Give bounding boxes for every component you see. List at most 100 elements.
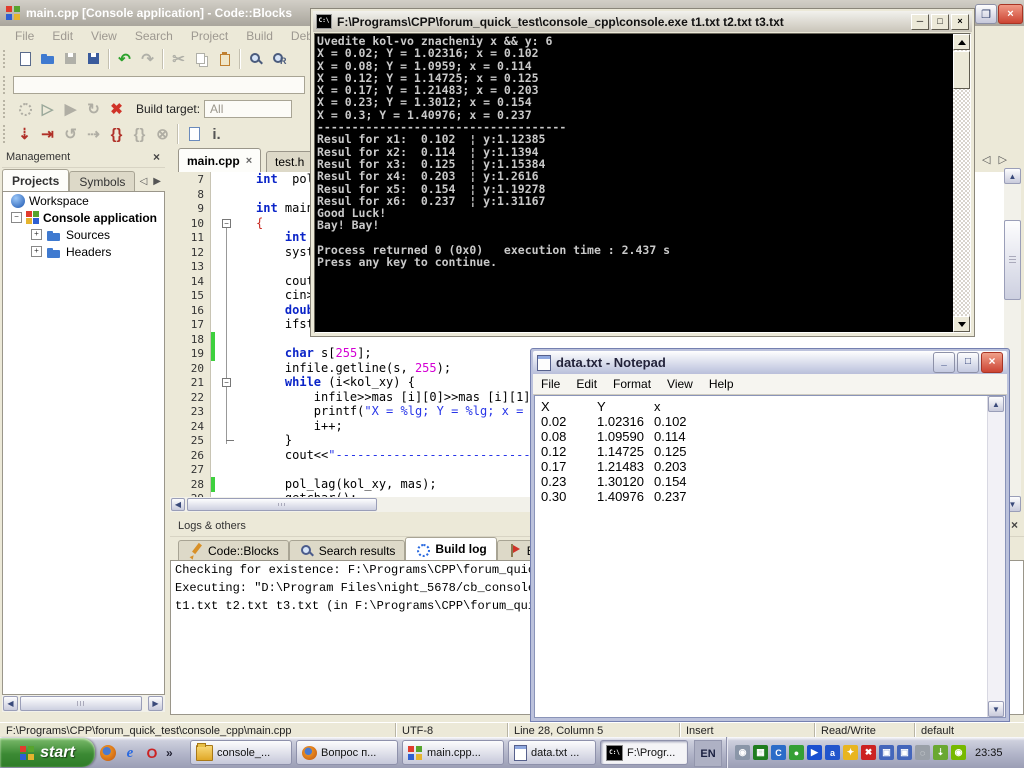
- tab-close-icon[interactable]: ×: [246, 155, 252, 167]
- tab-symbols[interactable]: Symbols: [69, 171, 135, 191]
- menu-edit[interactable]: Edit: [43, 29, 82, 43]
- debug-info-icon[interactable]: i.: [205, 123, 228, 145]
- scroll-thumb[interactable]: [20, 696, 142, 711]
- notepad-text-area[interactable]: XYx0.021.023160.1020.081.095900.1140.121…: [534, 395, 1006, 718]
- notepad-menu-file[interactable]: File: [533, 377, 568, 391]
- notepad-menu-view[interactable]: View: [659, 377, 701, 391]
- tray-firewall-icon[interactable]: ✖: [861, 745, 876, 760]
- step-over-icon[interactable]: ↺: [59, 123, 82, 145]
- debug-windows-icon[interactable]: [182, 123, 205, 145]
- taskbar-button-main-cpp[interactable]: main.cpp...: [402, 740, 504, 765]
- editor-tab-test-h[interactable]: test.h: [266, 151, 313, 172]
- scroll-right-icon[interactable]: ▶: [148, 696, 163, 711]
- scroll-up-icon[interactable]: ▲: [988, 396, 1004, 412]
- fold-icon[interactable]: −: [222, 378, 231, 387]
- notepad-menu-edit[interactable]: Edit: [568, 377, 605, 391]
- console-titlebar[interactable]: C:\ F:\Programs\CPP\forum_quick_test\con…: [313, 11, 972, 32]
- tray-network-icon[interactable]: ▣: [879, 745, 894, 760]
- step-into-icon[interactable]: ⇢: [82, 123, 105, 145]
- taskbar-clock[interactable]: 23:35: [975, 747, 1011, 759]
- scroll-left-icon[interactable]: ◀: [171, 498, 185, 511]
- taskbar-button-вопрос-п[interactable]: Вопрос п...: [296, 740, 398, 765]
- management-close-icon[interactable]: ×: [153, 150, 160, 164]
- open-file-icon[interactable]: [36, 48, 59, 70]
- paste-icon[interactable]: [213, 48, 236, 70]
- tray-nvidia-icon[interactable]: ◉: [951, 745, 966, 760]
- fold-icon[interactable]: −: [222, 219, 231, 228]
- scroll-up-icon[interactable]: [953, 34, 970, 50]
- menu-view[interactable]: View: [82, 29, 126, 43]
- find-icon[interactable]: [244, 48, 267, 70]
- tree-item-workspace[interactable]: Workspace: [3, 192, 164, 209]
- console-maximize-button[interactable]: □: [931, 14, 949, 30]
- debug-continue-icon[interactable]: ⇣: [13, 123, 36, 145]
- stop-debugger-icon[interactable]: ⊗: [151, 123, 174, 145]
- tree-item-headers[interactable]: +Headers: [3, 243, 164, 260]
- tray-orb-icon[interactable]: ●: [789, 745, 804, 760]
- tree-item-sources[interactable]: +Sources: [3, 226, 164, 243]
- menu-search[interactable]: Search: [126, 29, 182, 43]
- scroll-left-icon[interactable]: ◀: [3, 696, 18, 711]
- scroll-thumb[interactable]: [1004, 220, 1021, 300]
- run-icon[interactable]: ▷: [36, 98, 59, 120]
- tab-projects[interactable]: Projects: [2, 169, 69, 191]
- console-minimize-button[interactable]: ─: [911, 14, 929, 30]
- compiler-combo[interactable]: [13, 76, 305, 94]
- tray-disc-icon[interactable]: ◌: [915, 745, 930, 760]
- tray-network2-icon[interactable]: ▣: [897, 745, 912, 760]
- step-out-icon[interactable]: {}: [128, 123, 151, 145]
- log-tab-code-blocks[interactable]: Code::Blocks: [178, 540, 289, 560]
- tray-volume-icon[interactable]: ◉: [735, 745, 750, 760]
- logs-close-icon[interactable]: ×: [1011, 518, 1018, 532]
- tray-ccs-icon[interactable]: C: [771, 745, 786, 760]
- build-and-run-icon[interactable]: ▶: [59, 98, 82, 120]
- copy-icon[interactable]: [190, 48, 213, 70]
- tray-update-icon[interactable]: ⇣: [933, 745, 948, 760]
- taskbar-button-console[interactable]: console_...: [190, 740, 292, 765]
- tab-scroll-right-icon[interactable]: ▶: [153, 176, 161, 187]
- menu-build[interactable]: Build: [237, 29, 282, 43]
- notepad-titlebar[interactable]: data.txt - Notepad _□×: [533, 351, 1007, 374]
- notepad-vscrollbar[interactable]: ▲ ▼: [987, 396, 1005, 717]
- menu-file[interactable]: File: [6, 29, 43, 43]
- run-to-cursor-icon[interactable]: ⇥: [36, 123, 59, 145]
- console-close-button[interactable]: ×: [951, 14, 969, 30]
- replace-icon[interactable]: [267, 48, 290, 70]
- next-instruction-icon[interactable]: {}: [105, 123, 128, 145]
- log-tab-build-log[interactable]: Build log: [405, 537, 496, 560]
- new-file-icon[interactable]: [13, 48, 36, 70]
- log-tab-search-results[interactable]: Search results: [289, 540, 406, 560]
- notepad-menu-help[interactable]: Help: [701, 377, 742, 391]
- start-button[interactable]: start: [0, 738, 95, 767]
- quicklaunch-overflow-chevron[interactable]: »: [166, 746, 173, 760]
- language-indicator[interactable]: EN: [694, 740, 722, 767]
- console-vscrollbar[interactable]: [953, 34, 970, 332]
- build-target-combo[interactable]: All: [204, 100, 292, 118]
- editor-tab-main-cpp[interactable]: main.cpp×: [178, 148, 261, 172]
- tray-wand-icon[interactable]: ✦: [843, 745, 858, 760]
- redo-icon[interactable]: ↷: [136, 48, 159, 70]
- scroll-down-icon[interactable]: ▼: [988, 701, 1004, 717]
- expander-icon[interactable]: −: [11, 212, 22, 223]
- rebuild-icon[interactable]: ↻: [82, 98, 105, 120]
- notepad-maximize-button[interactable]: □: [957, 352, 979, 373]
- tab-scroll-left-icon[interactable]: ◁: [982, 153, 990, 166]
- tray-a-icon[interactable]: a: [825, 745, 840, 760]
- cut-icon[interactable]: ✂: [167, 48, 190, 70]
- scroll-up-icon[interactable]: ▲: [1004, 168, 1021, 184]
- scroll-thumb[interactable]: [187, 498, 377, 511]
- maximize-button[interactable]: ❐: [975, 4, 997, 24]
- abort-build-icon[interactable]: ✖: [105, 98, 128, 120]
- undo-icon[interactable]: ↶: [113, 48, 136, 70]
- tray-player-icon[interactable]: ▶: [807, 745, 822, 760]
- scroll-down-icon[interactable]: [953, 316, 970, 332]
- save-icon[interactable]: [59, 48, 82, 70]
- taskbar-button-data-txt[interactable]: data.txt ...: [508, 740, 596, 765]
- close-button[interactable]: ×: [998, 4, 1023, 24]
- tab-scroll-right-icon[interactable]: ▷: [998, 153, 1006, 166]
- opera-quicklaunch-icon[interactable]: O: [144, 745, 160, 761]
- tray-grid-icon[interactable]: ▦: [753, 745, 768, 760]
- ie-quicklaunch-icon[interactable]: e: [122, 745, 138, 761]
- scroll-thumb[interactable]: [953, 51, 970, 89]
- tree-item-console-application[interactable]: −Console application: [3, 209, 164, 226]
